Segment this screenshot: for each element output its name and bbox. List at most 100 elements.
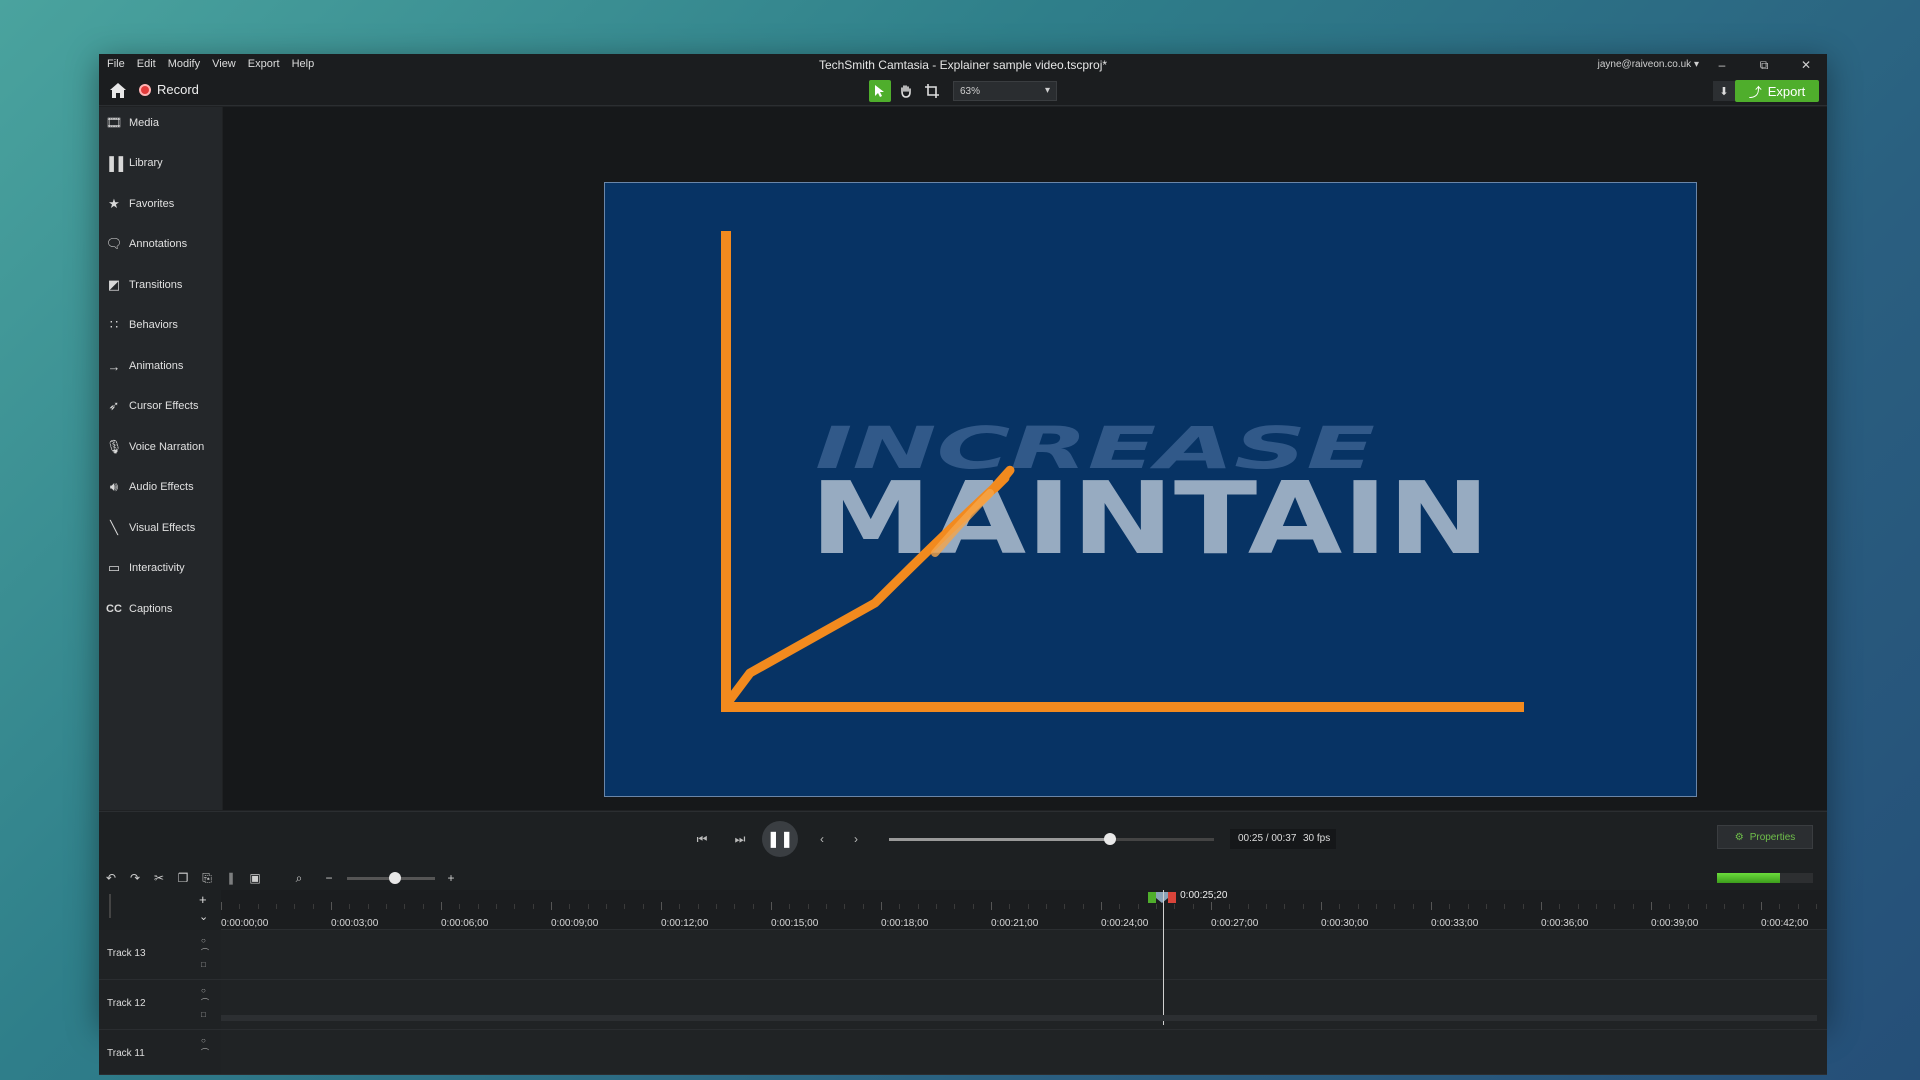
timeline-zoom-slider[interactable] bbox=[347, 872, 435, 884]
ruler-minor-tick bbox=[936, 904, 937, 909]
zoom-search-icon[interactable]: ⌕ bbox=[291, 870, 307, 886]
sidebar-item-favorites[interactable]: ★ Favorites bbox=[99, 190, 222, 218]
sidebar-item-behaviors[interactable]: ∷ Behaviors bbox=[99, 311, 222, 339]
track-options-icon[interactable]: □ bbox=[201, 1010, 209, 1019]
audio-level-fill bbox=[1717, 873, 1781, 883]
visibility-icon[interactable]: ○ bbox=[201, 936, 209, 945]
ruler-minor-tick bbox=[496, 904, 497, 909]
ruler-minor-tick bbox=[532, 904, 534, 909]
undo-icon[interactable]: ↶ bbox=[103, 870, 119, 886]
copy-icon[interactable]: ❐ bbox=[175, 870, 191, 886]
select-tool-icon[interactable] bbox=[869, 80, 891, 102]
menu-edit[interactable]: Edit bbox=[137, 58, 156, 70]
user-account-menu[interactable]: jayne@raiveon.co.uk bbox=[1598, 59, 1699, 70]
split-icon[interactable]: ∥ bbox=[223, 870, 239, 886]
sidebar-item-animations[interactable]: → Animations bbox=[99, 352, 222, 380]
ruler-tick bbox=[1541, 902, 1542, 910]
sidebar-item-captions[interactable]: CC Captions bbox=[99, 595, 222, 623]
snapshot-icon[interactable]: ▣ bbox=[247, 870, 263, 886]
playhead-time-label: 0:00:25;20 bbox=[1180, 890, 1228, 901]
track-13[interactable]: Track 13 ○ ⌒ □ bbox=[99, 930, 1827, 980]
add-track-icon[interactable]: + bbox=[199, 892, 207, 907]
ruler-tick-label: 0:00:00;00 bbox=[221, 918, 269, 929]
sidebar-item-label: Transitions bbox=[129, 279, 183, 291]
ruler-minor-tick bbox=[404, 904, 406, 909]
scrubber-knob[interactable] bbox=[1104, 833, 1116, 845]
scrubber-track[interactable] bbox=[889, 833, 1214, 845]
timeline-scrollbar[interactable] bbox=[221, 1015, 1817, 1021]
download-icon[interactable]: ⬇ bbox=[1713, 81, 1735, 101]
paste-icon[interactable]: ⎘ bbox=[199, 870, 215, 886]
close-button[interactable]: ✕ bbox=[1785, 54, 1827, 76]
track-body[interactable] bbox=[221, 930, 1827, 979]
menu-bar: File Edit Modify View Export Help bbox=[107, 58, 314, 70]
video-preview[interactable]: INCREASE MAINTAIN bbox=[604, 182, 1697, 797]
sidebar-item-interactivity[interactable]: ▭ Interactivity bbox=[99, 554, 222, 582]
export-button[interactable]: ⤴ Export bbox=[1735, 80, 1819, 102]
sidebar-item-annotations[interactable]: 🗨︎ Annotations bbox=[99, 230, 222, 258]
timeline-ruler[interactable]: 0:00:25;20 0:00:00;00 0:00:03;00 0:00:06;0… bbox=[221, 890, 1827, 930]
menu-file[interactable]: File bbox=[107, 58, 125, 70]
step-back-icon[interactable]: ⏮︎ bbox=[689, 826, 715, 852]
cut-icon[interactable]: ✂ bbox=[151, 870, 167, 886]
restore-button[interactable]: ⧉ bbox=[1743, 54, 1785, 76]
step-forward-icon[interactable]: ⏭︎ bbox=[727, 826, 753, 852]
menu-help[interactable]: Help bbox=[292, 58, 315, 70]
sidebar-item-voice-narration[interactable]: 🎙︎ Voice Narration bbox=[99, 433, 222, 461]
ruler-tick bbox=[221, 902, 222, 910]
zoom-dropdown[interactable]: 63% bbox=[953, 81, 1057, 101]
pan-hand-icon[interactable] bbox=[895, 80, 917, 102]
ruler-minor-tick bbox=[1009, 904, 1011, 909]
track-body[interactable] bbox=[221, 980, 1827, 1029]
minimize-button[interactable]: – bbox=[1701, 54, 1743, 76]
next-marker-icon[interactable]: › bbox=[843, 826, 869, 852]
lock-icon[interactable]: ⌒ bbox=[201, 1047, 209, 1058]
record-button[interactable]: Record bbox=[139, 82, 199, 97]
playhead-line bbox=[1163, 890, 1164, 1025]
track-body[interactable] bbox=[221, 1030, 1827, 1074]
fps-display: 30 fps bbox=[1297, 829, 1337, 849]
main-toolbar: Record 63% ⬇ ⤴ Export bbox=[99, 76, 1827, 106]
redo-icon[interactable]: ↷ bbox=[127, 870, 143, 886]
ruler-minor-tick bbox=[917, 904, 919, 909]
ruler-tick-label: 0:00:30;00 bbox=[1321, 918, 1369, 929]
ruler-tick-label: 0:00:27;00 bbox=[1211, 918, 1259, 929]
ruler-minor-tick bbox=[1156, 904, 1157, 909]
track-11[interactable]: Track 11 ○ ⌒ bbox=[99, 1030, 1827, 1075]
ruler-tick bbox=[1321, 902, 1322, 910]
menu-view[interactable]: View bbox=[212, 58, 236, 70]
sidebar-item-visual-effects[interactable]: ╲ Visual Effects bbox=[99, 514, 222, 542]
sidebar-item-label: Media bbox=[129, 117, 159, 129]
crop-icon[interactable] bbox=[921, 80, 943, 102]
camtasia-window: File Edit Modify View Export Help TechSm… bbox=[99, 54, 1827, 1075]
sidebar-item-audio-effects[interactable]: 🔊︎ Audio Effects bbox=[99, 473, 222, 501]
zoom-out-icon[interactable]: − bbox=[321, 870, 337, 886]
sidebar-item-transitions[interactable]: ◩ Transitions bbox=[99, 271, 222, 299]
menu-export[interactable]: Export bbox=[248, 58, 280, 70]
sidebar-item-cursor-effects[interactable]: ➶ Cursor Effects bbox=[99, 392, 222, 420]
visibility-icon[interactable]: ○ bbox=[201, 1036, 209, 1045]
lock-icon[interactable]: ⌒ bbox=[201, 997, 209, 1008]
timeline-zoom-knob[interactable] bbox=[389, 872, 402, 884]
visibility-icon[interactable]: ○ bbox=[201, 986, 209, 995]
collapse-tracks-icon[interactable]: ⌄ bbox=[199, 910, 208, 923]
ruler-minor-tick bbox=[954, 904, 956, 909]
interactivity-icon: ▭ bbox=[107, 560, 121, 575]
previous-marker-icon[interactable]: ‹ bbox=[809, 826, 835, 852]
transition-icon: ◩ bbox=[107, 277, 121, 292]
lock-icon[interactable]: ⌒ bbox=[201, 947, 209, 958]
track-12[interactable]: Track 12 ○ ⌒ □ bbox=[99, 980, 1827, 1030]
sidebar-item-label: Captions bbox=[129, 603, 173, 615]
track-height-slider[interactable] bbox=[109, 894, 111, 918]
zoom-in-icon[interactable]: + bbox=[443, 870, 459, 886]
sidebar-item-media[interactable]: 🎞︎ Media bbox=[99, 109, 222, 137]
sidebar-item-library[interactable]: ▐▐ Library bbox=[99, 149, 222, 177]
pause-button[interactable]: ❚❚ bbox=[762, 821, 798, 857]
menu-modify[interactable]: Modify bbox=[168, 58, 200, 70]
ruler-minor-tick bbox=[1119, 904, 1121, 909]
home-icon[interactable] bbox=[108, 81, 128, 101]
ruler-tick bbox=[441, 902, 442, 910]
properties-button[interactable]: ⚙ Properties bbox=[1717, 825, 1813, 849]
track-options-icon[interactable]: □ bbox=[201, 960, 209, 969]
ruler-minor-tick bbox=[972, 904, 974, 909]
